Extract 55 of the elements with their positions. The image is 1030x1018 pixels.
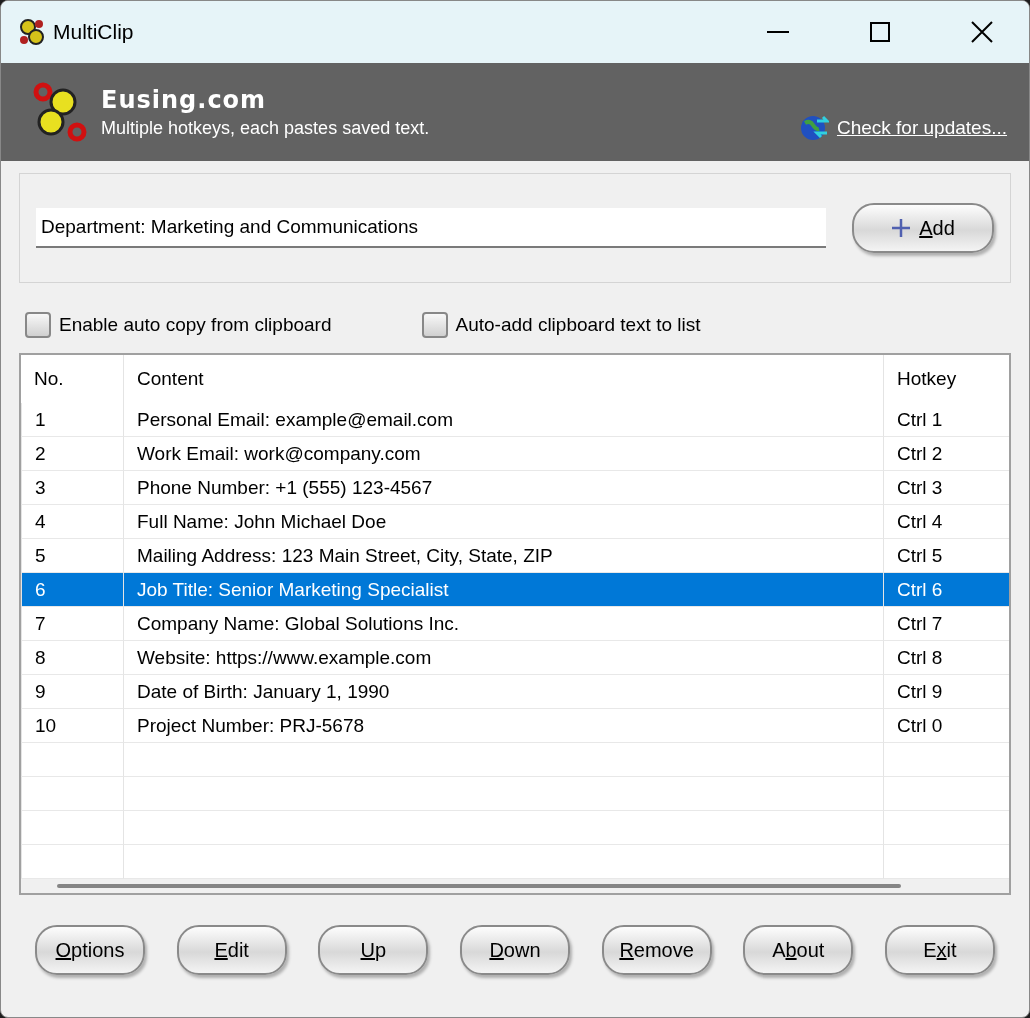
table-cell[interactable]: 4 (21, 505, 123, 539)
checkbox-label: Auto-add clipboard text to list (455, 314, 701, 336)
text-input-field[interactable]: Department: Marketing and Communications (36, 208, 826, 248)
table-cell[interactable]: Project Number: PRJ-5678 (123, 709, 883, 743)
horizontal-scrollbar[interactable] (21, 879, 1009, 893)
table-cell[interactable]: Ctrl 9 (883, 675, 1009, 709)
action-button[interactable]: About (743, 925, 854, 975)
header-subtitle: Multiple hotkeys, each pastes saved text. (101, 117, 431, 139)
column-header[interactable]: No. (21, 355, 123, 403)
checkbox[interactable] (421, 312, 448, 338)
window-title: MultiClip (53, 20, 135, 44)
close-icon (971, 21, 993, 43)
table-cell[interactable]: Company Name: Global Solutions Inc. (123, 607, 883, 641)
table-cell[interactable]: Ctrl 7 (883, 607, 1009, 641)
globe-icon (798, 113, 829, 143)
table-cell[interactable]: Website: https://www.example.com (123, 641, 883, 675)
column-header[interactable]: Hotkey (883, 355, 1009, 403)
table-cell[interactable]: Phone Number: +1 (555) 123-4567 (123, 471, 883, 505)
action-button[interactable]: Remove (601, 925, 712, 975)
checkbox-label: Enable auto copy from clipboard (59, 314, 332, 336)
maximize-icon (870, 22, 890, 42)
table-cell[interactable]: Ctrl 3 (883, 471, 1009, 505)
table-cell[interactable]: Ctrl 6 (883, 573, 1009, 607)
table-cell[interactable]: 2 (21, 437, 123, 471)
table-cell[interactable]: Personal Email: example@email.com (123, 403, 883, 437)
minimize-icon (767, 31, 789, 33)
table-cell[interactable]: Job Title: Senior Marketing Specialist (123, 573, 883, 607)
table-cell[interactable]: 7 (21, 607, 123, 641)
table-cell[interactable]: 10 (21, 709, 123, 743)
table-cell[interactable]: Ctrl 8 (883, 641, 1009, 675)
gears-icon (19, 18, 45, 46)
action-button[interactable]: Edit (176, 925, 287, 975)
table-cell[interactable]: 8 (21, 641, 123, 675)
action-button[interactable]: Exit (884, 925, 995, 975)
table-cell[interactable]: Work Email: work@company.com (123, 437, 883, 471)
check-updates-link[interactable]: Check for updates... (836, 117, 1007, 139)
table-cell[interactable]: Full Name: John Michael Doe (123, 505, 883, 539)
action-button[interactable]: Options (35, 925, 145, 975)
plus-icon (891, 218, 912, 238)
table-cell[interactable]: Ctrl 4 (883, 505, 1009, 539)
table-cell[interactable]: 6 (21, 573, 123, 607)
action-button[interactable]: Up (318, 925, 429, 975)
table-cell[interactable]: Ctrl 2 (883, 437, 1009, 471)
action-button[interactable]: Down (459, 925, 570, 975)
table-cell[interactable]: Date of Birth: January 1, 1990 (123, 675, 883, 709)
column-header[interactable]: Content (123, 355, 883, 403)
header-title: Eusing.com (101, 85, 268, 114)
table-cell[interactable]: 1 (21, 403, 123, 437)
add-button[interactable]: Add (852, 203, 994, 253)
table-cell[interactable]: 3 (21, 471, 123, 505)
gears-icon (33, 82, 87, 142)
table-cell[interactable]: 9 (21, 675, 123, 709)
checkbox[interactable] (25, 312, 51, 338)
table-cell[interactable]: Ctrl 0 (883, 709, 1009, 743)
table-cell[interactable]: Ctrl 1 (883, 403, 1009, 437)
